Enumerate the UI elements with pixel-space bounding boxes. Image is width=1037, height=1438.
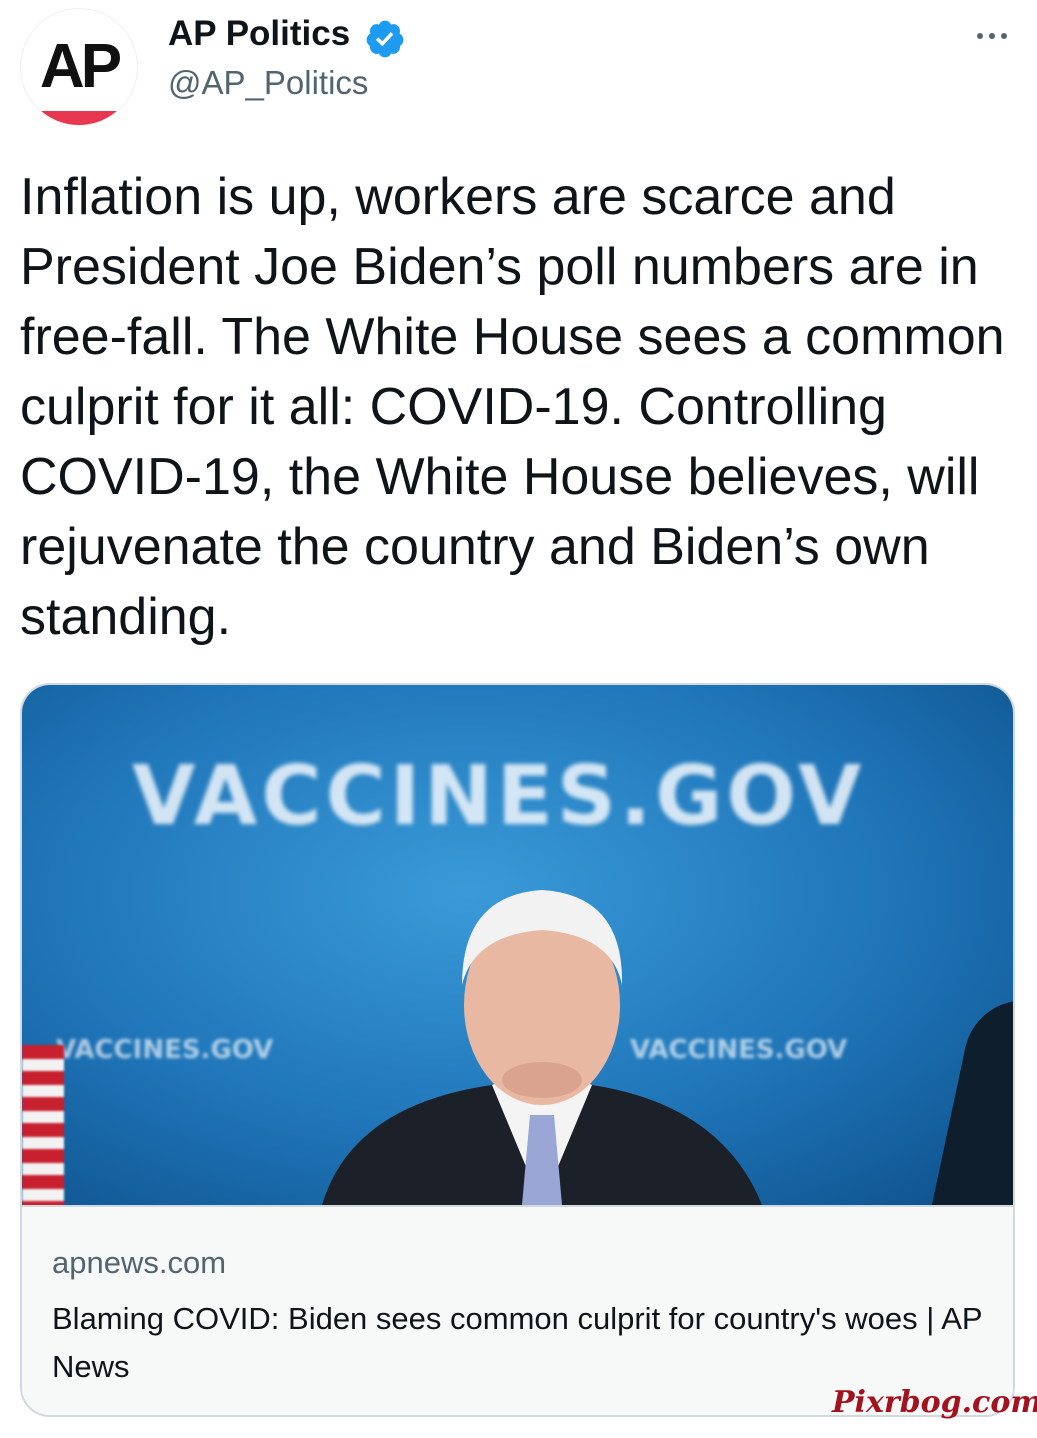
card-image[interactable]: VACCINES.GOV VACCINES.GOV VACCINES.GOV (22, 685, 1013, 1205)
link-card[interactable]: VACCINES.GOV VACCINES.GOV VACCINES.GOV a… (20, 683, 1015, 1417)
avatar[interactable]: AP (20, 8, 138, 126)
watermark: Pixrbog.com (832, 1385, 1037, 1420)
card-title: Blaming COVID: Biden sees common culprit… (52, 1301, 982, 1384)
more-options-icon[interactable] (968, 22, 1016, 50)
avatar-logo-bar (21, 111, 137, 125)
more-dot (977, 33, 983, 39)
speaker-figure (322, 890, 762, 1205)
avatar-logo-text: AP (39, 32, 122, 101)
tweet-text: Inflation is up, workers are scarce and … (20, 168, 1005, 646)
more-dot (989, 33, 995, 39)
more-dot (1001, 33, 1007, 39)
display-name[interactable]: AP Politics (168, 14, 350, 54)
card-domain: apnews.com (52, 1245, 227, 1280)
handle[interactable]: @AP_Politics (168, 64, 368, 102)
verified-badge-icon (366, 20, 404, 58)
